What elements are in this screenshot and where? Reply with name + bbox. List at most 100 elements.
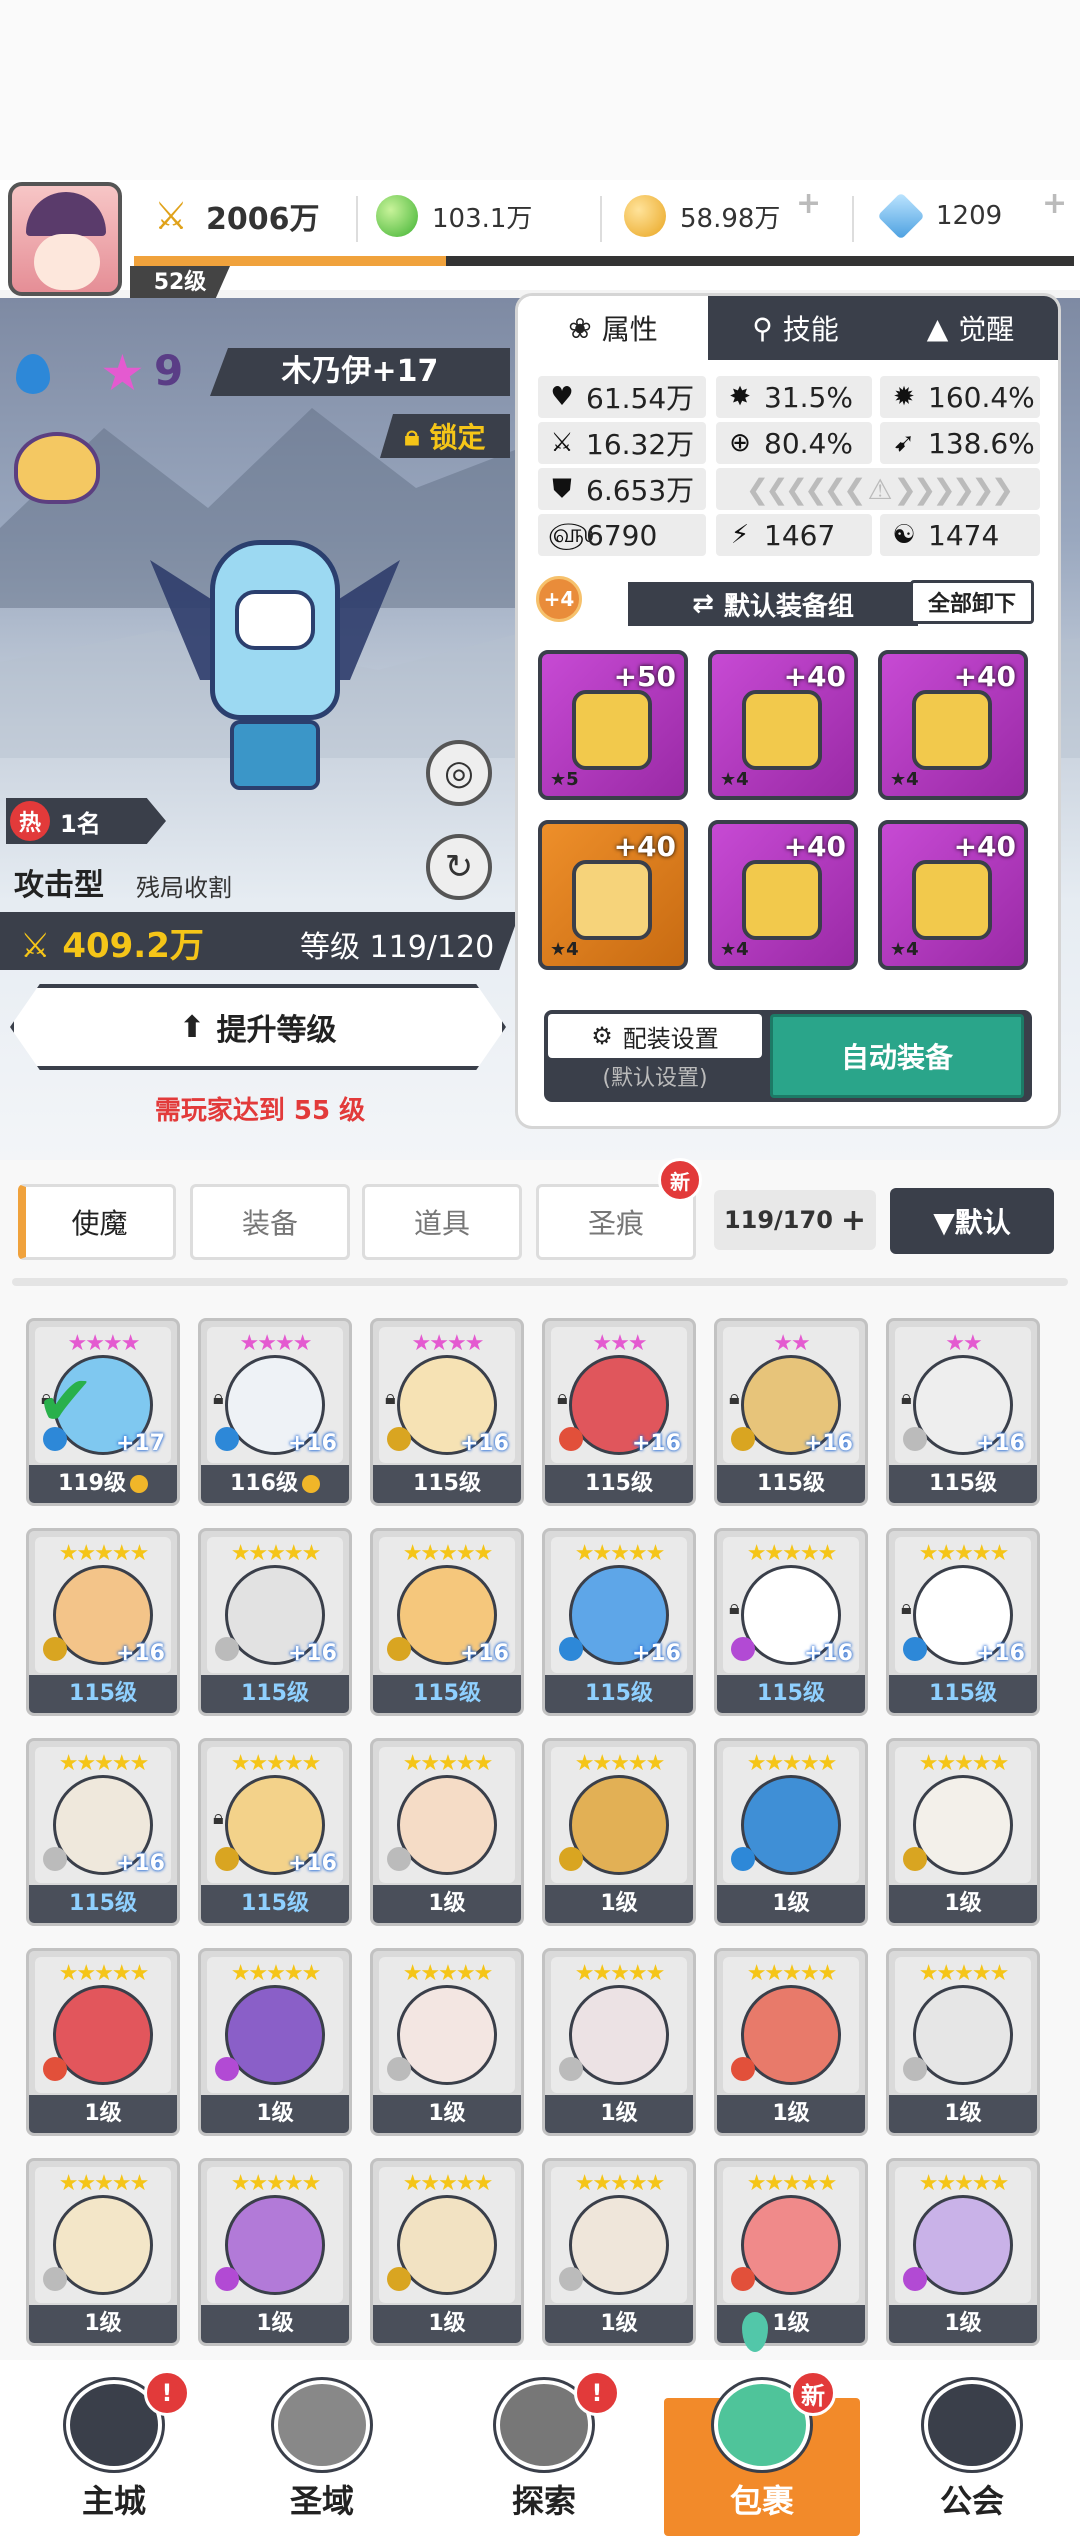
hero-level-value: 1级 bbox=[256, 2101, 294, 2126]
hero-plus: +16 bbox=[287, 1851, 337, 1876]
hero-card[interactable]: ★★★ 🔒︎ +16 115级 bbox=[542, 1318, 696, 1506]
lock-icon: 🔒︎ bbox=[404, 419, 420, 452]
hero-level-value: 115级 bbox=[241, 1891, 309, 1916]
element-icon bbox=[387, 1847, 411, 1871]
hero-card[interactable]: ★★★★★ 1级 bbox=[198, 2158, 352, 2346]
divider bbox=[852, 196, 854, 242]
hero-card[interactable]: ★★★★★ 1级 bbox=[542, 1738, 696, 1926]
hero-card[interactable]: ★★★★★ 1级 bbox=[370, 2158, 524, 2346]
tab-familiars[interactable]: 使魔 bbox=[18, 1184, 176, 1260]
hero-stars: ★★★★★ bbox=[746, 1541, 838, 1566]
hero-card[interactable]: ★★★★★ 1级 bbox=[370, 1948, 524, 2136]
add-gold-icon[interactable]: + bbox=[796, 186, 826, 221]
rotate-icon[interactable]: ↻ bbox=[426, 834, 492, 900]
hero-card[interactable]: ★★ 🔒︎ +16 115级 bbox=[886, 1318, 1040, 1506]
hero-card-frame: ★★★★★ +16 bbox=[379, 1537, 515, 1673]
hero-stars: ★★★★★ bbox=[918, 1961, 1010, 1986]
hero-level: 116级 bbox=[201, 1465, 349, 1503]
power-resource: ⚔ 2006万 bbox=[150, 190, 320, 242]
view-hero-icon[interactable]: ◎ bbox=[426, 740, 492, 806]
equip-slot[interactable]: +40 ★4 bbox=[878, 820, 1028, 970]
hero-card[interactable]: ★★★★★ 1级 bbox=[370, 1738, 524, 1926]
element-icon bbox=[387, 1637, 411, 1661]
sort-button[interactable]: ▼默认 bbox=[890, 1188, 1054, 1254]
tab-attributes[interactable]: ❀ 属性 bbox=[518, 296, 708, 360]
element-icon bbox=[731, 1427, 755, 1451]
hero-card[interactable]: ★★★★★ +16 115级 bbox=[198, 1528, 352, 1716]
hero-level-value: 115级 bbox=[585, 1681, 653, 1706]
hero-card[interactable]: ★★★★★ +16 115级 bbox=[26, 1528, 180, 1716]
hero-card[interactable]: ★★★★ 🔒︎ +16 116级 bbox=[198, 1318, 352, 1506]
hero-stars: ★★ bbox=[773, 1331, 810, 1356]
hero-level-value: 1级 bbox=[428, 1891, 466, 1916]
element-icon bbox=[559, 2057, 583, 2081]
auto-equip-button[interactable]: 自动装备 bbox=[770, 1014, 1024, 1098]
hero-card[interactable]: ★★★★★ 1级 bbox=[714, 1948, 868, 2136]
hero-stars: ★★ bbox=[945, 1331, 982, 1356]
equip-slot[interactable]: +40 ★4 bbox=[878, 650, 1028, 800]
hero-level-value: 115级 bbox=[69, 1891, 137, 1916]
armor-icon bbox=[912, 690, 992, 770]
hero-level-value: 115级 bbox=[929, 1471, 997, 1496]
equip-slot[interactable]: +40 ★4 bbox=[708, 650, 858, 800]
hero-card[interactable]: ★★★★★ 1级 bbox=[542, 1948, 696, 2136]
hero-card[interactable]: ★★★★★ 1级 bbox=[542, 2158, 696, 2346]
tab-equipment[interactable]: 装备 bbox=[190, 1184, 350, 1260]
rank-value: 1名 bbox=[60, 809, 101, 838]
element-icon bbox=[387, 2267, 411, 2291]
hero-card[interactable]: ★★★★★ 🔒︎ +16 115级 bbox=[198, 1738, 352, 1926]
hero-card[interactable]: ★★★★★ 🔒︎ +16 115级 bbox=[886, 1528, 1040, 1716]
hero-portrait bbox=[741, 1775, 841, 1875]
gold-coin-icon bbox=[624, 195, 666, 237]
hero-card-frame: ★★★★★ bbox=[551, 2167, 687, 2303]
equip-slot[interactable]: +40 ★4 bbox=[708, 820, 858, 970]
roster-count[interactable]: 119/170 + bbox=[714, 1190, 876, 1250]
hero-card[interactable]: ★★★★★ +16 115级 bbox=[542, 1528, 696, 1716]
hero-level-value: 1级 bbox=[772, 2311, 810, 2336]
equip-stars: ★4 bbox=[720, 769, 749, 790]
hero-card[interactable]: ★★★★★ 1级 bbox=[26, 2158, 180, 2346]
awaken-icon: ▲ bbox=[926, 311, 949, 345]
player-avatar[interactable] bbox=[8, 182, 122, 296]
nav-guild[interactable]: 公会 bbox=[872, 2380, 1072, 2530]
hero-card[interactable]: ★★★★★ 1级 bbox=[714, 1738, 868, 1926]
hero-card[interactable]: ★★★★★ 1级 bbox=[26, 1948, 180, 2136]
lock-button[interactable]: 🔒︎ 锁定 bbox=[380, 414, 510, 458]
hero-card[interactable]: ★★★★★ 1级 bbox=[886, 1738, 1040, 1926]
hero-card[interactable]: ★★★★★ 1级 bbox=[198, 1948, 352, 2136]
horizontal-scrollbar[interactable] bbox=[12, 1278, 1068, 1286]
level-up-button[interactable]: ⬆ 提升等级 bbox=[10, 984, 506, 1070]
hero-stars: ★★★★★ bbox=[746, 2171, 838, 2196]
hero-card[interactable]: ★★★★★ +16 115级 bbox=[26, 1738, 180, 1926]
equip-plus: +40 bbox=[953, 830, 1016, 863]
hero-card[interactable]: ★★★★★ 🔒︎ +16 115级 bbox=[714, 1528, 868, 1716]
hero-card-frame: ★★★★★ +16 bbox=[35, 1747, 171, 1883]
element-icon bbox=[559, 2267, 583, 2291]
hero-card[interactable]: ★★★★ 🔒︎ +16 115级 bbox=[370, 1318, 524, 1506]
hero-level: 1级 bbox=[373, 1885, 521, 1923]
loadout-settings-button[interactable]: ⚙ 配装设置 bbox=[548, 1014, 762, 1058]
heart-icon: ♥ bbox=[550, 382, 574, 412]
hero-level: 115级 bbox=[29, 1885, 177, 1923]
attributes-icon: ❀ bbox=[568, 311, 592, 345]
hero-level: 1级 bbox=[545, 2305, 693, 2343]
tab-skills-label: 技能 bbox=[782, 313, 839, 346]
nav-holy[interactable]: 圣域 bbox=[222, 2380, 422, 2530]
equip-slot[interactable]: +50 ★5 bbox=[538, 650, 688, 800]
new-badge: 新 bbox=[658, 1158, 702, 1202]
hero-card[interactable]: ★★★★★ 1级 bbox=[714, 2158, 868, 2346]
equip-set-selector[interactable]: ⇄ 默认装备组 bbox=[628, 582, 918, 626]
hero-card-frame: ★★★★ 🔒︎ +16 bbox=[207, 1327, 343, 1463]
tab-skills[interactable]: ⚲ 技能 bbox=[708, 296, 883, 360]
unequip-all-button[interactable]: 全部卸下 bbox=[910, 580, 1034, 624]
tab-awaken[interactable]: ▲ 觉醒 bbox=[883, 296, 1058, 360]
nav-bag-label: 包裹 bbox=[729, 2482, 794, 2520]
add-crystal-icon[interactable]: + bbox=[1042, 186, 1072, 221]
hero-card[interactable]: ★★★★★ 1级 bbox=[886, 2158, 1040, 2346]
class-hat-icon[interactable] bbox=[14, 432, 100, 504]
equip-slot[interactable]: +40 ★4 bbox=[538, 820, 688, 970]
hero-card[interactable]: ★★★★★ 1级 bbox=[886, 1948, 1040, 2136]
hero-card[interactable]: ★★ 🔒︎ +16 115级 bbox=[714, 1318, 868, 1506]
hero-card[interactable]: ★★★★★ +16 115级 bbox=[370, 1528, 524, 1716]
tab-items[interactable]: 道具 bbox=[362, 1184, 522, 1260]
